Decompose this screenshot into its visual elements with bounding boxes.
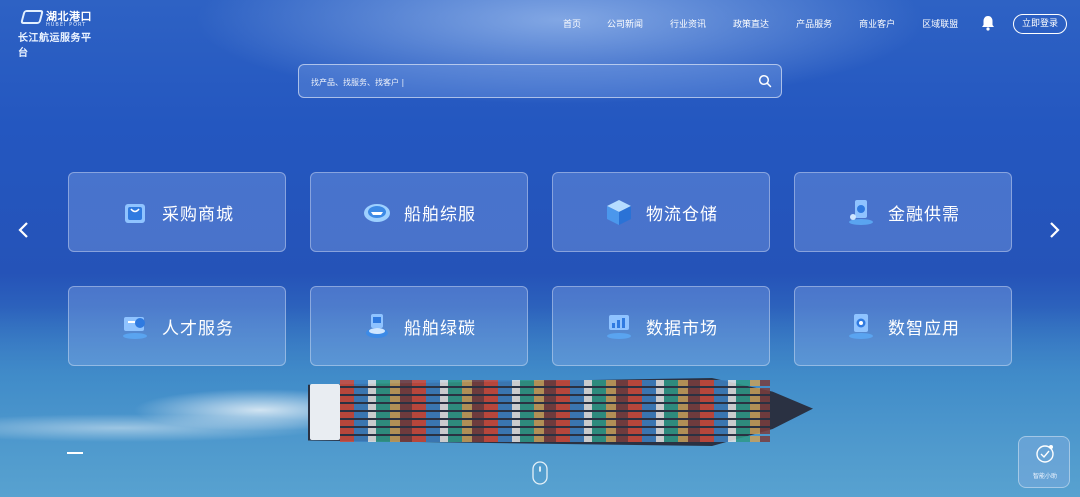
logo-mark-icon [20,10,44,24]
chevron-left-icon[interactable] [17,220,31,240]
nav-item-policy[interactable]: 政策直达 [733,17,769,30]
green-carbon-icon [366,314,388,338]
service-card-label: 采购商城 [162,204,234,225]
service-card-label: 船舶综服 [404,204,476,225]
service-card-label: 物流仓储 [646,204,718,225]
chevron-right-icon[interactable] [1047,220,1061,240]
service-card-procurement[interactable]: 采购商城 [68,172,286,252]
search-bar [298,64,782,98]
assistant-icon [1036,445,1054,463]
service-card-label: 数智应用 [888,318,960,339]
smart-app-icon [849,314,873,339]
bell-icon[interactable] [981,15,995,31]
service-card-ship-service[interactable]: 船舶综服 [310,172,528,252]
nav-item-home[interactable]: 首页 [563,17,581,30]
logo-subtitle: 长江航运服务平台 [18,33,92,59]
nav-item-products[interactable]: 产品服务 [796,17,832,30]
nav-item-alliance[interactable]: 区域联盟 [922,17,958,30]
service-card-finance[interactable]: 金融供需 [794,172,1012,252]
finance-icon [849,200,873,225]
carousel-indicator[interactable] [67,452,83,454]
main-nav: 首页 公司新闻 行业资讯 政策直达 产品服务 商业客户 区域联盟 [563,17,958,30]
service-card-logistics[interactable]: 物流仓储 [552,172,770,252]
search-input[interactable] [311,73,741,91]
ship-wake [0,380,330,450]
scroll-mouse-icon [532,461,548,485]
service-card-talent[interactable]: 人才服务 [68,286,286,366]
data-market-icon [607,315,631,339]
nav-item-company-news[interactable]: 公司新闻 [607,17,643,30]
warehouse-box-icon [607,200,631,225]
service-card-green-carbon[interactable]: 船舶绿碳 [310,286,528,366]
cargo-containers [340,380,770,442]
site-logo[interactable]: 湖北港口 HUBEI PORT 长江航运服务平台 [18,8,98,59]
search-icon[interactable] [758,74,772,88]
assistant-widget[interactable]: 智能小助 [1018,436,1070,488]
service-card-data-market[interactable]: 数据市场 [552,286,770,366]
ship-service-icon [364,204,390,222]
nav-item-industry-news[interactable]: 行业资讯 [670,17,706,30]
service-card-smart-app[interactable]: 数智应用 [794,286,1012,366]
service-card-label: 人才服务 [162,318,234,339]
service-card-label: 船舶绿碳 [404,318,476,339]
logo-english: HUBEI PORT [46,22,87,28]
shopping-bag-icon [125,204,145,223]
talent-icon [123,317,147,339]
ship-bridge [310,384,340,440]
service-card-label: 金融供需 [888,204,960,225]
nav-item-customers[interactable]: 商业客户 [859,17,895,30]
login-button[interactable]: 立即登录 [1013,14,1067,34]
assistant-label: 智能小助 [1032,473,1057,480]
service-card-label: 数据市场 [646,318,718,339]
